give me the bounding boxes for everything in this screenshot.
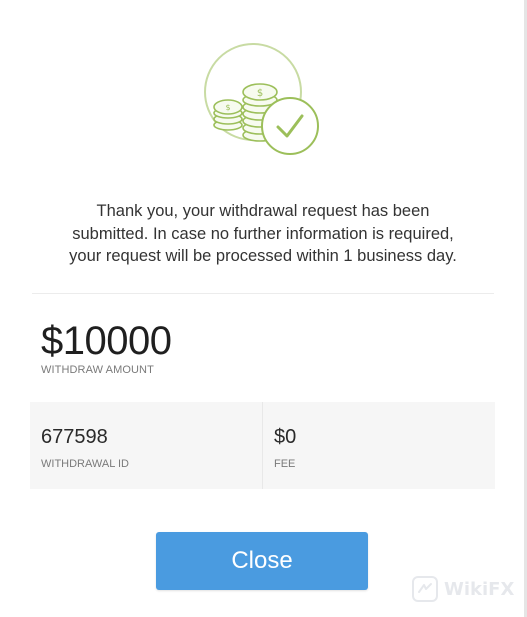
withdrawal-id-label: WITHDRAWAL ID (41, 458, 129, 470)
fee-label: FEE (274, 458, 296, 470)
wikifx-logo-icon (412, 576, 438, 602)
withdraw-amount-label: WITHDRAW AMOUNT (41, 364, 154, 376)
withdrawal-confirmation-dialog: $ $ Thank you, your withdrawal request h… (0, 0, 527, 617)
message-line-3: your request will be processed within 1 … (69, 247, 457, 265)
close-button[interactable]: Close (156, 532, 368, 590)
watermark: WikiFX (412, 576, 514, 602)
withdrawal-id-value: 677598 (41, 426, 108, 448)
confirmation-message: Thank you, your withdrawal request has b… (32, 200, 494, 268)
fee-cell: $0 FEE (262, 402, 495, 489)
message-line-1: Thank you, your withdrawal request has b… (96, 202, 430, 220)
svg-text:$: $ (257, 88, 263, 99)
coins-checkmark-icon: $ $ (204, 43, 319, 155)
withdrawal-details: 677598 WITHDRAWAL ID $0 FEE (30, 402, 495, 489)
watermark-text: WikiFX (444, 578, 515, 600)
message-line-2: submitted. In case no further informatio… (72, 224, 454, 243)
withdraw-amount-value: $10000 (41, 319, 172, 363)
withdrawal-id-cell: 677598 WITHDRAWAL ID (30, 402, 262, 489)
svg-text:$: $ (225, 103, 230, 112)
fee-value: $0 (274, 426, 297, 448)
divider (32, 293, 494, 294)
